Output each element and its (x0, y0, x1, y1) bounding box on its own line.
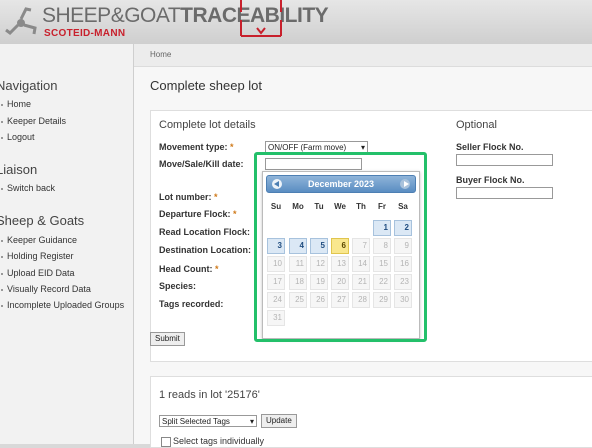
calendar-day[interactable]: 5 (310, 238, 328, 254)
calendar-day: 18 (289, 274, 307, 290)
sidebar-item-keeper-guidance[interactable]: Keeper Guidance (0, 235, 77, 245)
calendar-day: 24 (267, 292, 285, 308)
datepicker-popup: December 2023 Su Mo Tu We Th Fr Sa 1 2 3 4 5 6 7 8 9 10 1… (262, 171, 420, 339)
calendar-day: 21 (352, 274, 370, 290)
calendar-day: 11 (289, 256, 307, 272)
calendar-day: 20 (331, 274, 349, 290)
calendar-day: 7 (352, 238, 370, 254)
lot-number-label: Lot number: * (159, 192, 218, 202)
next-month-icon[interactable] (400, 179, 410, 189)
calendar-day: 30 (394, 292, 412, 308)
datepicker-month-title: December 2023 (307, 179, 375, 189)
buyer-flock-input[interactable] (456, 187, 553, 199)
calendar-day: 16 (394, 256, 412, 272)
calendar-day: 13 (331, 256, 349, 272)
seller-flock-input[interactable] (456, 154, 553, 166)
sidebar-item-incomplete-uploaded-groups[interactable]: Incomplete Uploaded Groups (0, 300, 124, 310)
select-individually-label: Select tags individually (173, 436, 265, 446)
reads-panel: 1 reads in lot '25176' Split Selected Ta… (150, 376, 592, 448)
calendar-day[interactable]: 3 (267, 238, 285, 254)
calendar-day: 26 (310, 292, 328, 308)
chevron-down-icon: ▾ (249, 417, 254, 426)
calendar-day: 12 (310, 256, 328, 272)
species-label: Species: (159, 281, 197, 291)
calendar-day: 10 (267, 256, 285, 272)
calendar-day: 27 (331, 292, 349, 308)
calendar-day: 23 (394, 274, 412, 290)
weekday-header: We (334, 202, 346, 211)
movement-type-select[interactable]: ON/OFF (Farm move) ▾ (265, 141, 368, 153)
traceability-triangle-icon (240, 0, 282, 37)
calendar-day: 17 (267, 274, 285, 290)
sidebar-heading-navigation: Navigation (0, 78, 58, 93)
calendar-day: 25 (289, 292, 307, 308)
calendar-day: 22 (373, 274, 391, 290)
submit-button[interactable]: Submit (150, 332, 185, 346)
brand-subtitle: SCOTEID-MANN (44, 28, 126, 39)
tag-action-select[interactable]: Split Selected Tags ▾ (159, 415, 257, 427)
calendar-day: 29 (373, 292, 391, 308)
calendar-day[interactable]: 4 (289, 238, 307, 254)
sidebar-item-home[interactable]: Home (0, 99, 31, 109)
weekday-header: Th (356, 202, 366, 211)
destination-location-label: Destination Location: (159, 245, 251, 255)
site-header: SHEEP&GOATTRACEABILITY SCOTEID-MANN (0, 0, 592, 44)
calendar-day: 8 (373, 238, 391, 254)
sidebar-heading-liaison: Liaison (0, 162, 38, 177)
update-button[interactable]: Update (261, 414, 297, 428)
select-individually-checkbox[interactable] (161, 437, 171, 447)
datepicker-header: December 2023 (266, 175, 416, 193)
head-count-label: Head Count: * (159, 264, 219, 274)
tags-recorded-label: Tags recorded: (159, 299, 224, 309)
sidebar-item-switch-back[interactable]: Switch back (0, 183, 55, 193)
calendar-day: 9 (394, 238, 412, 254)
triskelion-logo-icon (5, 7, 37, 35)
read-location-flock-label: Read Location Flock: (159, 227, 251, 237)
sidebar: Navigation Home Keeper Details Logout Li… (0, 44, 134, 444)
calendar-day[interactable]: 2 (394, 220, 412, 236)
weekday-header: Tu (314, 202, 324, 211)
weekday-header: Su (270, 202, 282, 211)
breadcrumb: Home (134, 44, 592, 67)
calendar-day: 31 (267, 310, 285, 326)
sidebar-item-holding-register[interactable]: Holding Register (1, 251, 74, 261)
breadcrumb-home[interactable]: Home (150, 50, 171, 59)
seller-flock-label: Seller Flock No. (456, 142, 524, 152)
sidebar-item-logout[interactable]: Logout (1, 132, 35, 142)
reads-title: 1 reads in lot '25176' (159, 389, 260, 401)
weekday-header: Mo (292, 202, 304, 211)
calendar-day[interactable]: 1 (373, 220, 391, 236)
page-title: Complete sheep lot (150, 78, 263, 93)
sidebar-heading-sheep-goats: Sheep & Goats (0, 213, 85, 228)
chevron-down-icon: ▾ (360, 143, 365, 152)
move-date-label: Move/Sale/Kill date: (159, 159, 244, 169)
calendar-day: 28 (352, 292, 370, 308)
buyer-flock-label: Buyer Flock No. (456, 175, 525, 185)
weekday-header: Sa (398, 202, 408, 211)
optional-title: Optional (456, 119, 497, 131)
lot-details-title: Complete lot details (159, 119, 256, 131)
calendar-day[interactable]: 6 (331, 238, 349, 254)
weekday-header: Fr (378, 202, 386, 211)
calendar-day: 15 (373, 256, 391, 272)
departure-flock-label: Departure Flock: * (159, 209, 237, 219)
sidebar-item-visually-record-data[interactable]: Visually Record Data (1, 284, 91, 294)
sidebar-item-keeper-details[interactable]: Keeper Details (0, 116, 66, 126)
sidebar-item-upload-eid-data[interactable]: Upload EID Data (1, 268, 75, 278)
move-date-input[interactable] (265, 158, 362, 170)
calendar-day: 14 (352, 256, 370, 272)
movement-type-label: Movement type: * (159, 142, 234, 152)
calendar-day: 19 (310, 274, 328, 290)
